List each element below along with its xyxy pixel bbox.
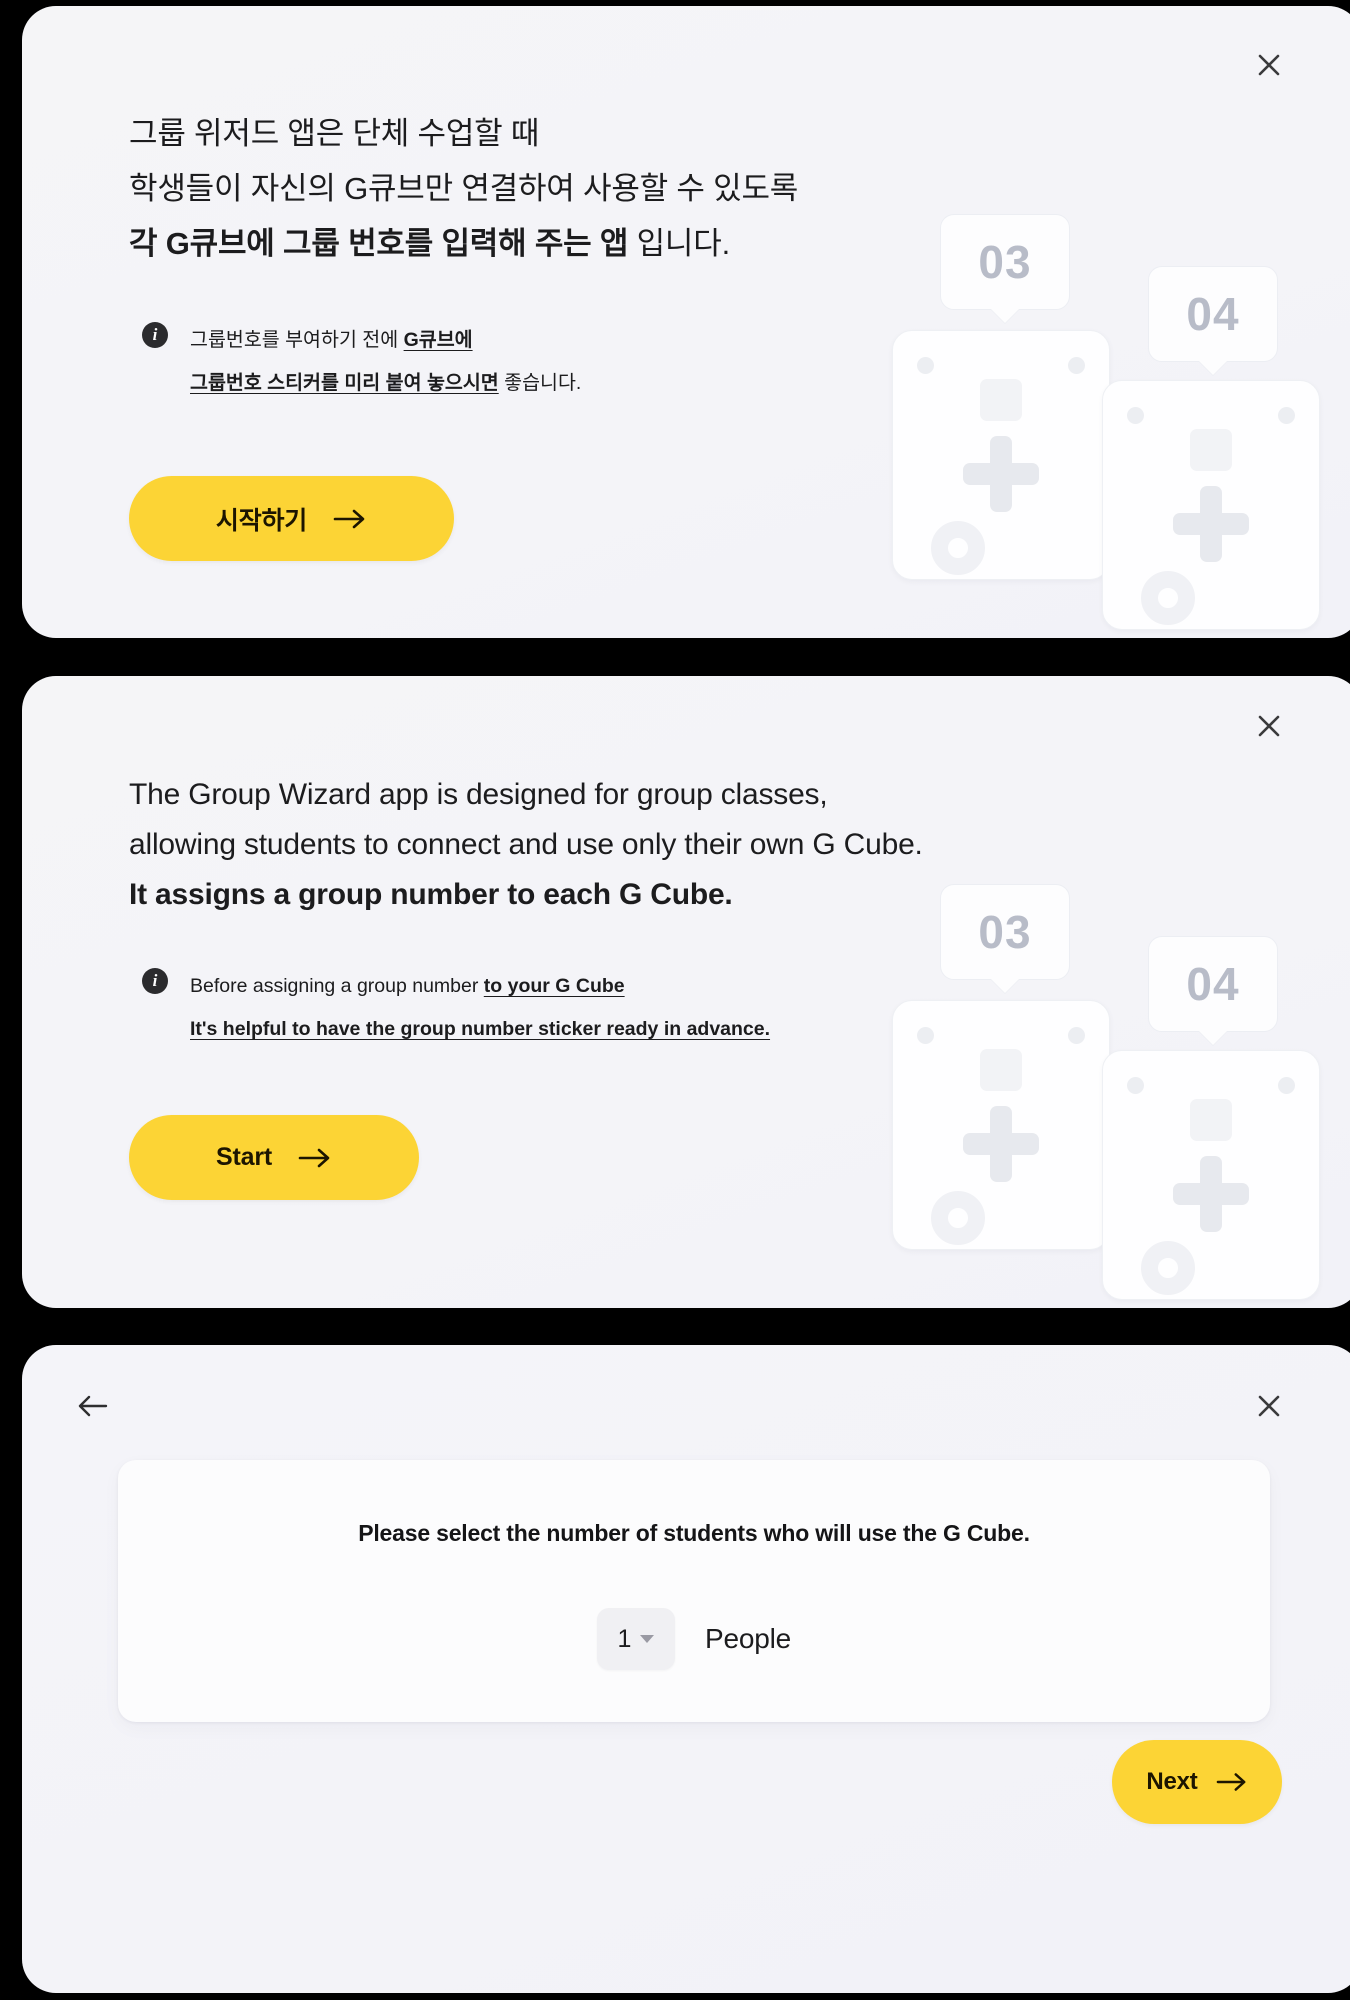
bubble-tail: [990, 978, 1020, 993]
gcube-card: [892, 1000, 1110, 1250]
bubble-number: 04: [1186, 288, 1240, 340]
bubble-tail: [1198, 360, 1228, 375]
english-headline: The Group Wizard app is designed for gro…: [129, 770, 923, 920]
info-icon: i: [142, 322, 168, 348]
student-count-dropdown[interactable]: 1: [597, 1608, 675, 1670]
start-button-english[interactable]: Start: [129, 1115, 419, 1200]
headline-line-3: 각 G큐브에 그룹 번호를 입력해 주는 앱 입니다.: [129, 216, 798, 271]
headline-line-3-tail: 입니다.: [628, 226, 731, 261]
gcube-ring: [931, 1191, 985, 1245]
panel-english-intro: The Group Wizard app is designed for gro…: [22, 676, 1350, 1308]
headline-line-1: 그룹 위저드 앱은 단체 수업할 때: [129, 116, 540, 151]
chevron-down-icon: [640, 1635, 655, 1643]
gcube-illustration-english: 03 04: [892, 878, 1350, 1308]
bubble-tail: [1198, 1030, 1228, 1045]
note-line-1: 그룹번호를 부여하기 전에 G큐브에: [190, 319, 581, 362]
bubble-number: 04: [1186, 958, 1240, 1010]
gcube-dot-left: [917, 1027, 934, 1044]
gcube-plus-icon: [963, 1106, 1039, 1182]
start-button-label: Start: [216, 1143, 272, 1171]
arrow-right-icon: [333, 508, 367, 530]
note-line-2: It's helpful to have the group number st…: [190, 1018, 771, 1040]
next-button-label: Next: [1146, 1768, 1198, 1795]
note-line-1: Before assigning a group number to your …: [190, 965, 770, 1008]
note-line-1-emphasis: G큐브에: [403, 329, 473, 351]
info-icon: i: [142, 968, 168, 994]
note-line-1-plain: 그룹번호를 부여하기 전에: [190, 329, 404, 351]
gcube-square: [980, 1049, 1022, 1091]
gcube-plus-icon: [963, 436, 1039, 512]
close-icon[interactable]: [1248, 705, 1290, 747]
english-info-note: i Before assigning a group number to you…: [142, 965, 770, 1051]
gcube-dot-right: [1068, 1027, 1085, 1044]
group-number-bubble-03: 03: [940, 884, 1070, 993]
panel-korean-intro: 그룹 위저드 앱은 단체 수업할 때 학생들이 자신의 G큐브만 연결하여 사용…: [22, 6, 1350, 638]
gcube-plus-icon: [1173, 486, 1249, 562]
gcube-dot-right: [1278, 1077, 1295, 1094]
back-button[interactable]: [72, 1385, 114, 1427]
start-button-label: 시작하기: [215, 506, 308, 535]
group-number-bubble-04: 04: [1148, 266, 1278, 375]
note-line-2-plain: 좋습니다.: [498, 372, 582, 394]
count-row: 1 People: [118, 1608, 1270, 1670]
screen: 그룹 위저드 앱은 단체 수업할 때 학생들이 자신의 G큐브만 연결하여 사용…: [0, 0, 1350, 2000]
gcube-ring: [1141, 571, 1195, 625]
note-line-2: 그룹번호 스티커를 미리 붙여 놓으시면 좋습니다.: [190, 362, 581, 405]
close-icon[interactable]: [1248, 44, 1290, 86]
arrow-right-icon: [298, 1147, 332, 1169]
headline-line-2: 학생들이 자신의 G큐브만 연결하여 사용할 수 있도록: [129, 171, 799, 206]
gcube-square: [980, 379, 1022, 421]
next-button[interactable]: Next: [1112, 1740, 1282, 1824]
gcube-dot-left: [917, 357, 934, 374]
bubble-number: 03: [978, 906, 1032, 958]
panel-student-count: Please select the number of students who…: [22, 1345, 1350, 1993]
gcube-card: [892, 330, 1110, 580]
headline-line-2: allowing students to connect and use onl…: [129, 828, 923, 861]
start-button-korean[interactable]: 시작하기: [129, 476, 454, 561]
arrow-right-icon: [1216, 1771, 1248, 1793]
close-icon[interactable]: [1248, 1385, 1290, 1427]
gcube-plus-icon: [1173, 1156, 1249, 1232]
korean-info-note: i 그룹번호를 부여하기 전에 G큐브에 그룹번호 스티커를 미리 붙여 놓으시…: [142, 319, 581, 405]
note-line-1-plain: Before assigning a group number: [190, 975, 484, 997]
headline-line-1: The Group Wizard app is designed for gro…: [129, 778, 828, 811]
student-count-card: Please select the number of students who…: [118, 1460, 1270, 1722]
gcube-dot-left: [1127, 407, 1144, 424]
headline-line-3-bold: 각 G큐브에 그룹 번호를 입력해 주는 앱: [129, 226, 629, 261]
bubble-tail: [990, 308, 1020, 323]
group-number-bubble-03: 03: [940, 214, 1070, 323]
gcube-ring: [931, 521, 985, 575]
group-number-bubble-04: 04: [1148, 936, 1278, 1045]
note-line-2-emphasis: 그룹번호 스티커를 미리 붙여 놓으시면: [190, 372, 499, 394]
count-value: 1: [617, 1624, 632, 1653]
gcube-square: [1190, 1099, 1232, 1141]
gcube-card: [1102, 380, 1320, 630]
note-line-1-emphasis: to your G Cube: [483, 975, 625, 997]
gcube-square: [1190, 429, 1232, 471]
unit-label: People: [705, 1623, 791, 1654]
card-title: Please select the number of students who…: [358, 1520, 1030, 1546]
gcube-dot-right: [1278, 407, 1295, 424]
gcube-dot-right: [1068, 357, 1085, 374]
gcube-dot-left: [1127, 1077, 1144, 1094]
gcube-illustration-korean: 03 04: [892, 208, 1350, 638]
korean-headline: 그룹 위저드 앱은 단체 수업할 때 학생들이 자신의 G큐브만 연결하여 사용…: [129, 106, 798, 271]
headline-line-3: It assigns a group number to each G Cube…: [129, 878, 733, 911]
gcube-ring: [1141, 1241, 1195, 1295]
gcube-card: [1102, 1050, 1320, 1300]
bubble-number: 03: [978, 236, 1032, 288]
